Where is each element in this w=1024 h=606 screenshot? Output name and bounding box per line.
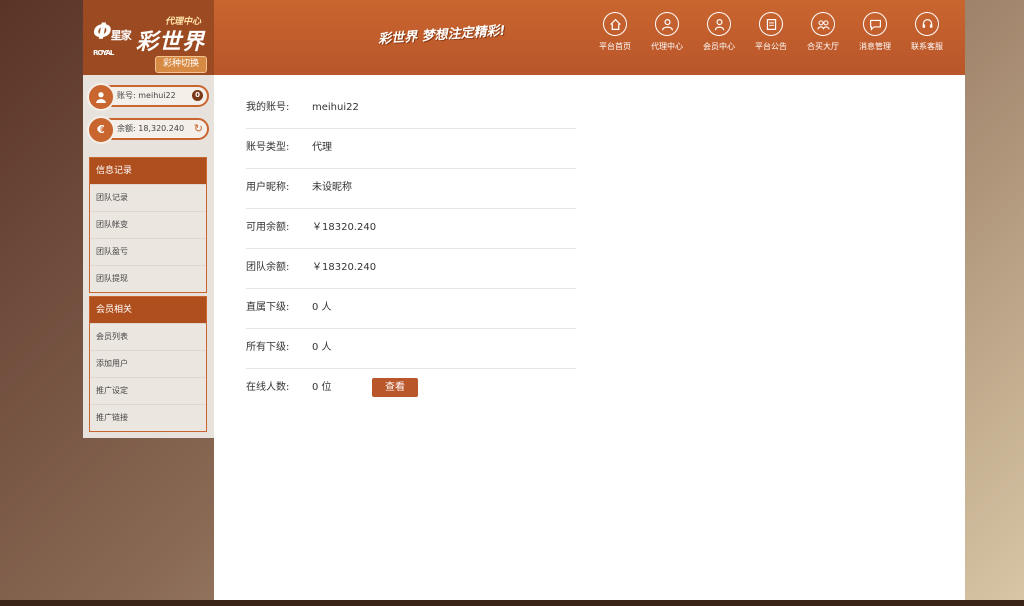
group-buy-icon bbox=[811, 12, 835, 36]
menu-item-promo-settings[interactable]: 推广设定 bbox=[90, 377, 206, 404]
agent-icon bbox=[655, 12, 679, 36]
top-header: Φ星家 ROYAL 代理中心 彩世界 彩种切换 彩世界 梦想注定精彩! 平台首页… bbox=[83, 0, 965, 75]
nav-agent[interactable]: 代理中心 bbox=[641, 12, 693, 52]
message-count-badge[interactable]: 0 bbox=[192, 90, 203, 101]
logo-royal: Φ星家 ROYAL bbox=[93, 20, 132, 57]
info-value: 未设昵称 bbox=[312, 182, 352, 193]
info-value: ￥18320.240 bbox=[312, 222, 377, 233]
notice-icon bbox=[759, 12, 783, 36]
info-row-direct-subordinates: 直属下级: 0 人 bbox=[246, 288, 576, 329]
info-value: 代理 bbox=[312, 142, 332, 153]
home-icon bbox=[603, 12, 627, 36]
view-online-button[interactable]: 查看 bbox=[372, 378, 418, 397]
info-label: 直属下级: bbox=[246, 302, 290, 313]
info-row-team-balance: 团队余额: ￥18320.240 bbox=[246, 248, 576, 289]
info-label: 用户昵称: bbox=[246, 182, 290, 193]
info-row-available-balance: 可用余额: ￥18320.240 bbox=[246, 208, 576, 249]
account-label: 账号: bbox=[117, 91, 136, 100]
logo[interactable]: Φ星家 ROYAL 代理中心 彩世界 彩种切换 bbox=[83, 0, 214, 75]
nav-notice[interactable]: 平台公告 bbox=[745, 12, 797, 52]
info-row-online-count: 在线人数: 0 位 查看 bbox=[246, 368, 576, 408]
info-row-all-subordinates: 所有下级: 0 人 bbox=[246, 328, 576, 369]
user-icon bbox=[87, 83, 115, 111]
main-content: 我的账号: meihui22 账号类型: 代理 用户昵称: 未设昵称 可用余额:… bbox=[214, 75, 965, 600]
nav-message[interactable]: 消息管理 bbox=[849, 12, 901, 52]
balance-label: 余额: bbox=[117, 124, 136, 133]
info-row-account: 我的账号: meihui22 bbox=[246, 88, 576, 129]
sidebar: 账号: meihui22 0 € 余额: 18,320.240 ↻ 信息记录 团… bbox=[83, 75, 214, 438]
info-value: 0 人 bbox=[312, 302, 332, 313]
nav-support[interactable]: 联系客服 bbox=[901, 12, 953, 52]
currency-icon: € bbox=[87, 116, 115, 144]
info-row-nickname: 用户昵称: 未设昵称 bbox=[246, 168, 576, 209]
logo-main-text: 彩世界 bbox=[136, 30, 206, 55]
info-row-account-type: 账号类型: 代理 bbox=[246, 128, 576, 169]
info-value: ￥18320.240 bbox=[312, 262, 377, 273]
top-nav: 平台首页 代理中心 会员中心 平台公告 合买大厅 消息管理 联系客服 bbox=[589, 12, 953, 52]
lottery-switch-button[interactable]: 彩种切换 bbox=[155, 56, 208, 73]
menu-item-team-records[interactable]: 团队记录 bbox=[90, 184, 206, 211]
menu-item-add-user[interactable]: 添加用户 bbox=[90, 350, 206, 377]
info-label: 我的账号: bbox=[246, 102, 290, 113]
bottom-bar bbox=[0, 600, 1024, 606]
nav-member[interactable]: 会员中心 bbox=[693, 12, 745, 52]
menu-item-team-withdraw[interactable]: 团队提现 bbox=[90, 265, 206, 292]
menu-title-info: 信息记录 bbox=[90, 158, 206, 184]
slogan: 彩世界 梦想注定精彩! bbox=[377, 23, 506, 48]
info-label: 可用余额: bbox=[246, 222, 290, 233]
nav-home[interactable]: 平台首页 bbox=[589, 12, 641, 52]
menu-item-promo-link[interactable]: 推广链接 bbox=[90, 404, 206, 431]
refresh-icon[interactable]: ↻ bbox=[194, 120, 203, 138]
menu-group-info: 信息记录 团队记录 团队帐变 团队盈亏 团队提现 bbox=[89, 157, 207, 293]
info-label: 在线人数: bbox=[246, 382, 290, 393]
menu-group-members: 会员相关 会员列表 添加用户 推广设定 推广链接 bbox=[89, 296, 207, 432]
info-label: 账号类型: bbox=[246, 142, 290, 153]
member-icon bbox=[707, 12, 731, 36]
balance-value: 18,320.240 bbox=[138, 124, 185, 133]
message-icon bbox=[863, 12, 887, 36]
nav-group-buy[interactable]: 合买大厅 bbox=[797, 12, 849, 52]
menu-item-member-list[interactable]: 会员列表 bbox=[90, 323, 206, 350]
info-value: meihui22 bbox=[312, 102, 359, 113]
account-value: meihui22 bbox=[138, 91, 176, 100]
balance-pill: € 余额: 18,320.240 ↻ bbox=[87, 116, 209, 144]
info-label: 所有下级: bbox=[246, 342, 290, 353]
info-value: 0 位 bbox=[312, 382, 332, 393]
support-icon bbox=[915, 12, 939, 36]
menu-item-team-profit[interactable]: 团队盈亏 bbox=[90, 238, 206, 265]
menu-title-members: 会员相关 bbox=[90, 297, 206, 323]
account-pill: 账号: meihui22 0 bbox=[87, 83, 209, 111]
info-label: 团队余额: bbox=[246, 262, 290, 273]
menu-item-team-changes[interactable]: 团队帐变 bbox=[90, 211, 206, 238]
info-value: 0 人 bbox=[312, 342, 332, 353]
